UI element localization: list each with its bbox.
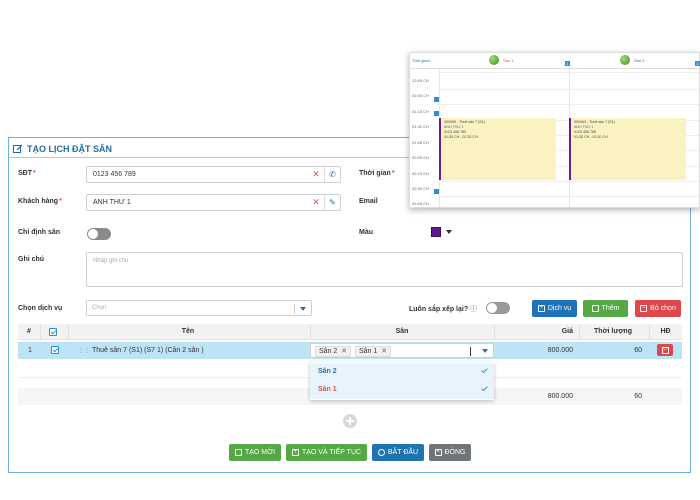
plus-square-icon: +: [537, 305, 545, 312]
schedule-header: Thời gian/... Sân 1 1 Sân 2 2: [410, 53, 700, 69]
header-duration: Thời lượng: [594, 328, 632, 335]
dropdown-item-san-1[interactable]: Sân 1: [310, 381, 494, 399]
remove-tag-icon[interactable]: ✕: [341, 348, 347, 355]
color-label: Màu: [359, 229, 373, 236]
time-slot: 01:30 CH: [412, 124, 429, 129]
clear-phone-icon[interactable]: ✕: [308, 167, 324, 182]
edit-icon: [13, 144, 23, 153]
always-arrange-label: Luôn sắp xếp lại? ⓘ: [409, 306, 478, 313]
create-continue-button[interactable]: + TẠO VÀ TIẾP TỤC: [286, 444, 367, 461]
service-button[interactable]: + Dịch vụ: [532, 300, 577, 317]
time-slot: 01:15 CH: [412, 109, 429, 114]
court-ball-icon: [620, 55, 630, 65]
dialog-title: TẠO LỊCH ĐẶT SÂN: [13, 142, 112, 156]
schedule-popup: Thời gian/... Sân 1 1 Sân 2 2 12:45 CH 0…: [409, 52, 700, 208]
court-tag: Sân 2 ✕: [315, 346, 352, 357]
remove-tag-icon[interactable]: ✕: [381, 348, 387, 355]
header-court: Sân: [395, 328, 409, 335]
header-index: #: [27, 328, 31, 335]
schedule-marker: [434, 111, 439, 116]
info-icon: ⓘ: [470, 306, 478, 313]
time-slot: 01:45 CH: [412, 140, 429, 145]
row-name: Thuê sân 7 (S1) (S7 1) (Cần 2 sân ): [92, 347, 204, 354]
total-price: 800.000: [547, 393, 573, 400]
phone-label: SĐT*: [18, 170, 36, 177]
assign-court-toggle[interactable]: [87, 228, 111, 240]
time-slot: 02:00 CH: [412, 155, 429, 160]
header-name: Tên: [181, 328, 195, 335]
header-price: Giá: [561, 328, 573, 335]
check-icon: [481, 384, 488, 392]
court-tag: Sân 1 ✕: [355, 346, 392, 357]
booking-card[interactable]: 000063 - Thuê sân 7 (S1) ANH THƯ 1 0123 …: [569, 118, 686, 180]
chevron-down-icon[interactable]: [482, 349, 488, 353]
header-action: HĐ: [660, 328, 671, 335]
schedule-court-san-2[interactable]: Sân 2 2: [620, 53, 700, 69]
check-icon: [481, 366, 488, 374]
time-slot: 01:00 CH: [412, 93, 429, 98]
time-label: Thời gian*: [359, 170, 395, 177]
table-row[interactable]: 1 ⋮⋮ Thuê sân 7 (S1) (S7 1) (Cần 2 sân )…: [18, 342, 682, 359]
time-slot: 12:45 CH: [412, 78, 429, 83]
add-row-icon[interactable]: [343, 414, 357, 428]
edit-customer-icon[interactable]: ✎: [324, 195, 340, 210]
minus-square-icon: −: [640, 305, 648, 312]
customer-label: Khách hàng*: [18, 198, 62, 205]
clock-icon: [377, 449, 385, 456]
chevron-down-icon: [300, 307, 306, 311]
minus-square-icon: −: [661, 346, 669, 354]
assign-court-label: Chỉ định sân: [18, 229, 60, 236]
court-ball-icon: [489, 55, 499, 65]
clear-customer-icon[interactable]: ✕: [308, 195, 324, 210]
email-label: Email: [359, 198, 378, 205]
phone-call-icon[interactable]: ✆: [324, 167, 340, 182]
court-badge: 2: [695, 61, 700, 66]
start-button[interactable]: BẮT ĐẦU: [372, 444, 424, 461]
deselect-button[interactable]: − Bỏ chọn: [635, 300, 681, 317]
dropdown-item-san-2[interactable]: Sân 2: [310, 363, 494, 381]
drag-handle-icon[interactable]: ⋮⋮: [78, 347, 90, 354]
time-slot: 02:15 CH: [412, 171, 429, 176]
color-dropdown-icon[interactable]: [446, 230, 452, 234]
color-swatch[interactable]: [431, 227, 441, 237]
service-select[interactable]: Chọn: [86, 300, 312, 316]
court-badge: 1: [565, 61, 570, 66]
table-header: # Tên Sân Giá Thời lượng HĐ: [18, 324, 682, 340]
document-icon: [591, 305, 599, 312]
add-button[interactable]: Thêm: [583, 300, 628, 317]
schedule-time-label: Thời gian/...: [412, 58, 434, 63]
schedule-marker: [434, 97, 439, 102]
court-dropdown: Sân 2 Sân 1: [310, 362, 494, 400]
total-duration: 60: [634, 393, 642, 400]
delete-row-button[interactable]: −: [657, 344, 673, 356]
close-icon: ×: [434, 449, 442, 456]
note-textarea[interactable]: Nhập ghi chú: [86, 252, 683, 287]
dialog-title-text: TẠO LỊCH ĐẶT SÂN: [27, 144, 112, 154]
create-button[interactable]: TẠO MỚI: [229, 444, 281, 461]
row-price: 800.000: [547, 347, 573, 354]
close-button[interactable]: × ĐÓNG: [429, 444, 471, 461]
note-label: Ghi chú: [18, 256, 45, 263]
customer-input[interactable]: ANH THƯ 1 ✕ ✎: [86, 194, 341, 211]
save-icon: [234, 449, 242, 456]
header-select-all-checkbox[interactable]: [49, 328, 57, 336]
always-arrange-toggle[interactable]: [486, 302, 510, 314]
schedule-court-san-1[interactable]: Sân 1 1: [489, 53, 570, 69]
schedule-marker: [434, 189, 439, 194]
time-slot: 02:30 CH: [412, 186, 429, 191]
service-label: Chọn dịch vụ: [18, 305, 63, 312]
row-checkbox[interactable]: [51, 346, 59, 354]
row-index: 1: [28, 347, 32, 354]
court-multiselect[interactable]: Sân 2 ✕ Sân 1 ✕: [310, 343, 494, 358]
phone-input[interactable]: 0123 456 789 ✕ ✆: [86, 166, 341, 183]
row-duration: 60: [634, 347, 642, 354]
booking-card[interactable]: 000065 - Thuê sân 7 (S1) ANH THƯ 1 0123 …: [439, 118, 556, 180]
time-slot: 02:45 CH: [412, 201, 429, 206]
plus-square-icon: +: [291, 449, 299, 456]
